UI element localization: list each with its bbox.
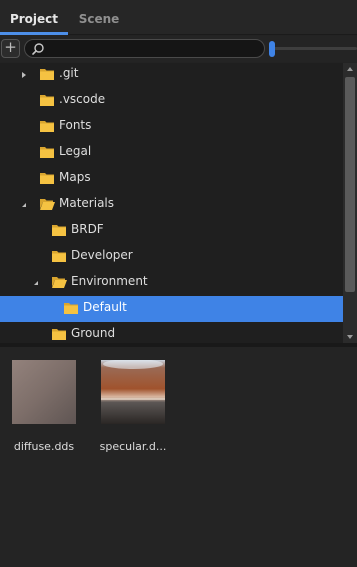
tree-item-label: Ground bbox=[71, 326, 116, 340]
search-icon bbox=[32, 43, 44, 55]
folder-icon bbox=[40, 69, 54, 80]
specular-texture-thumbnail bbox=[101, 360, 165, 424]
tree-scrollbar[interactable] bbox=[343, 63, 357, 343]
folder-icon bbox=[40, 147, 54, 158]
slider-track bbox=[272, 47, 357, 50]
folder-open-icon bbox=[40, 199, 55, 210]
asset-item-specular[interactable]: specular.d... bbox=[98, 360, 168, 453]
slider-handle[interactable] bbox=[269, 41, 275, 57]
add-button[interactable]: + bbox=[1, 39, 20, 58]
collapsed-arrow-icon[interactable] bbox=[20, 71, 28, 79]
expanded-arrow-icon[interactable] bbox=[32, 279, 40, 287]
tab-project[interactable]: Project bbox=[0, 0, 68, 35]
tree-item-label: Environment bbox=[71, 274, 148, 288]
search-input[interactable] bbox=[47, 41, 257, 56]
tree-item[interactable]: Legal bbox=[0, 140, 343, 166]
folder-open-icon bbox=[52, 277, 67, 288]
tree-item-label: Default bbox=[83, 300, 127, 314]
folder-icon bbox=[40, 173, 54, 184]
search-box[interactable] bbox=[24, 39, 265, 58]
diffuse-texture-thumbnail bbox=[12, 360, 76, 424]
folder-icon bbox=[40, 121, 54, 132]
tree-item[interactable]: Developer bbox=[0, 244, 343, 270]
tree-item[interactable]: Fonts bbox=[0, 114, 343, 140]
tree-item-label: BRDF bbox=[71, 222, 104, 236]
tree-item[interactable]: Materials bbox=[0, 192, 343, 218]
asset-item-diffuse[interactable]: diffuse.dds bbox=[9, 360, 79, 453]
expanded-arrow-icon[interactable] bbox=[20, 201, 28, 209]
tree-item[interactable]: Default bbox=[0, 296, 343, 322]
tree-item[interactable]: BRDF bbox=[0, 218, 343, 244]
tree-item[interactable]: Maps bbox=[0, 166, 343, 192]
tree-item-label: Developer bbox=[71, 248, 133, 262]
scroll-down-arrow-icon[interactable] bbox=[343, 331, 357, 343]
folder-icon bbox=[52, 225, 66, 236]
asset-name: diffuse.dds bbox=[13, 440, 75, 453]
tree-item-label: .vscode bbox=[59, 92, 106, 106]
tab-scene[interactable]: Scene bbox=[68, 0, 130, 35]
tree-item[interactable]: .vscode bbox=[0, 88, 343, 114]
folder-icon bbox=[52, 329, 66, 340]
folder-icon bbox=[64, 303, 78, 314]
scroll-up-arrow-icon[interactable] bbox=[343, 63, 357, 75]
tree-item-label: Legal bbox=[59, 144, 92, 158]
asset-name: specular.d... bbox=[99, 440, 167, 453]
asset-grid: diffuse.dds specular.d... bbox=[0, 347, 357, 567]
scrollbar-thumb[interactable] bbox=[345, 77, 355, 292]
folder-icon bbox=[40, 95, 54, 106]
thumbnail-size-slider[interactable] bbox=[268, 41, 357, 57]
tree-item[interactable]: Environment bbox=[0, 270, 343, 296]
project-toolbar: + bbox=[0, 36, 357, 62]
tree-item-label: Materials bbox=[59, 196, 115, 210]
tree-item-label: Fonts bbox=[59, 118, 92, 132]
tree-item[interactable]: Ground bbox=[0, 322, 343, 343]
tree-item-label: .git bbox=[59, 66, 79, 80]
folder-icon bbox=[52, 251, 66, 262]
tree-item-label: Maps bbox=[59, 170, 91, 184]
tree-item[interactable]: .git bbox=[0, 63, 343, 88]
panel-tab-bar: Project Scene bbox=[0, 0, 357, 35]
folder-tree: .git .vscode Fonts Legal Maps Materials BRDF De… bbox=[0, 63, 357, 343]
